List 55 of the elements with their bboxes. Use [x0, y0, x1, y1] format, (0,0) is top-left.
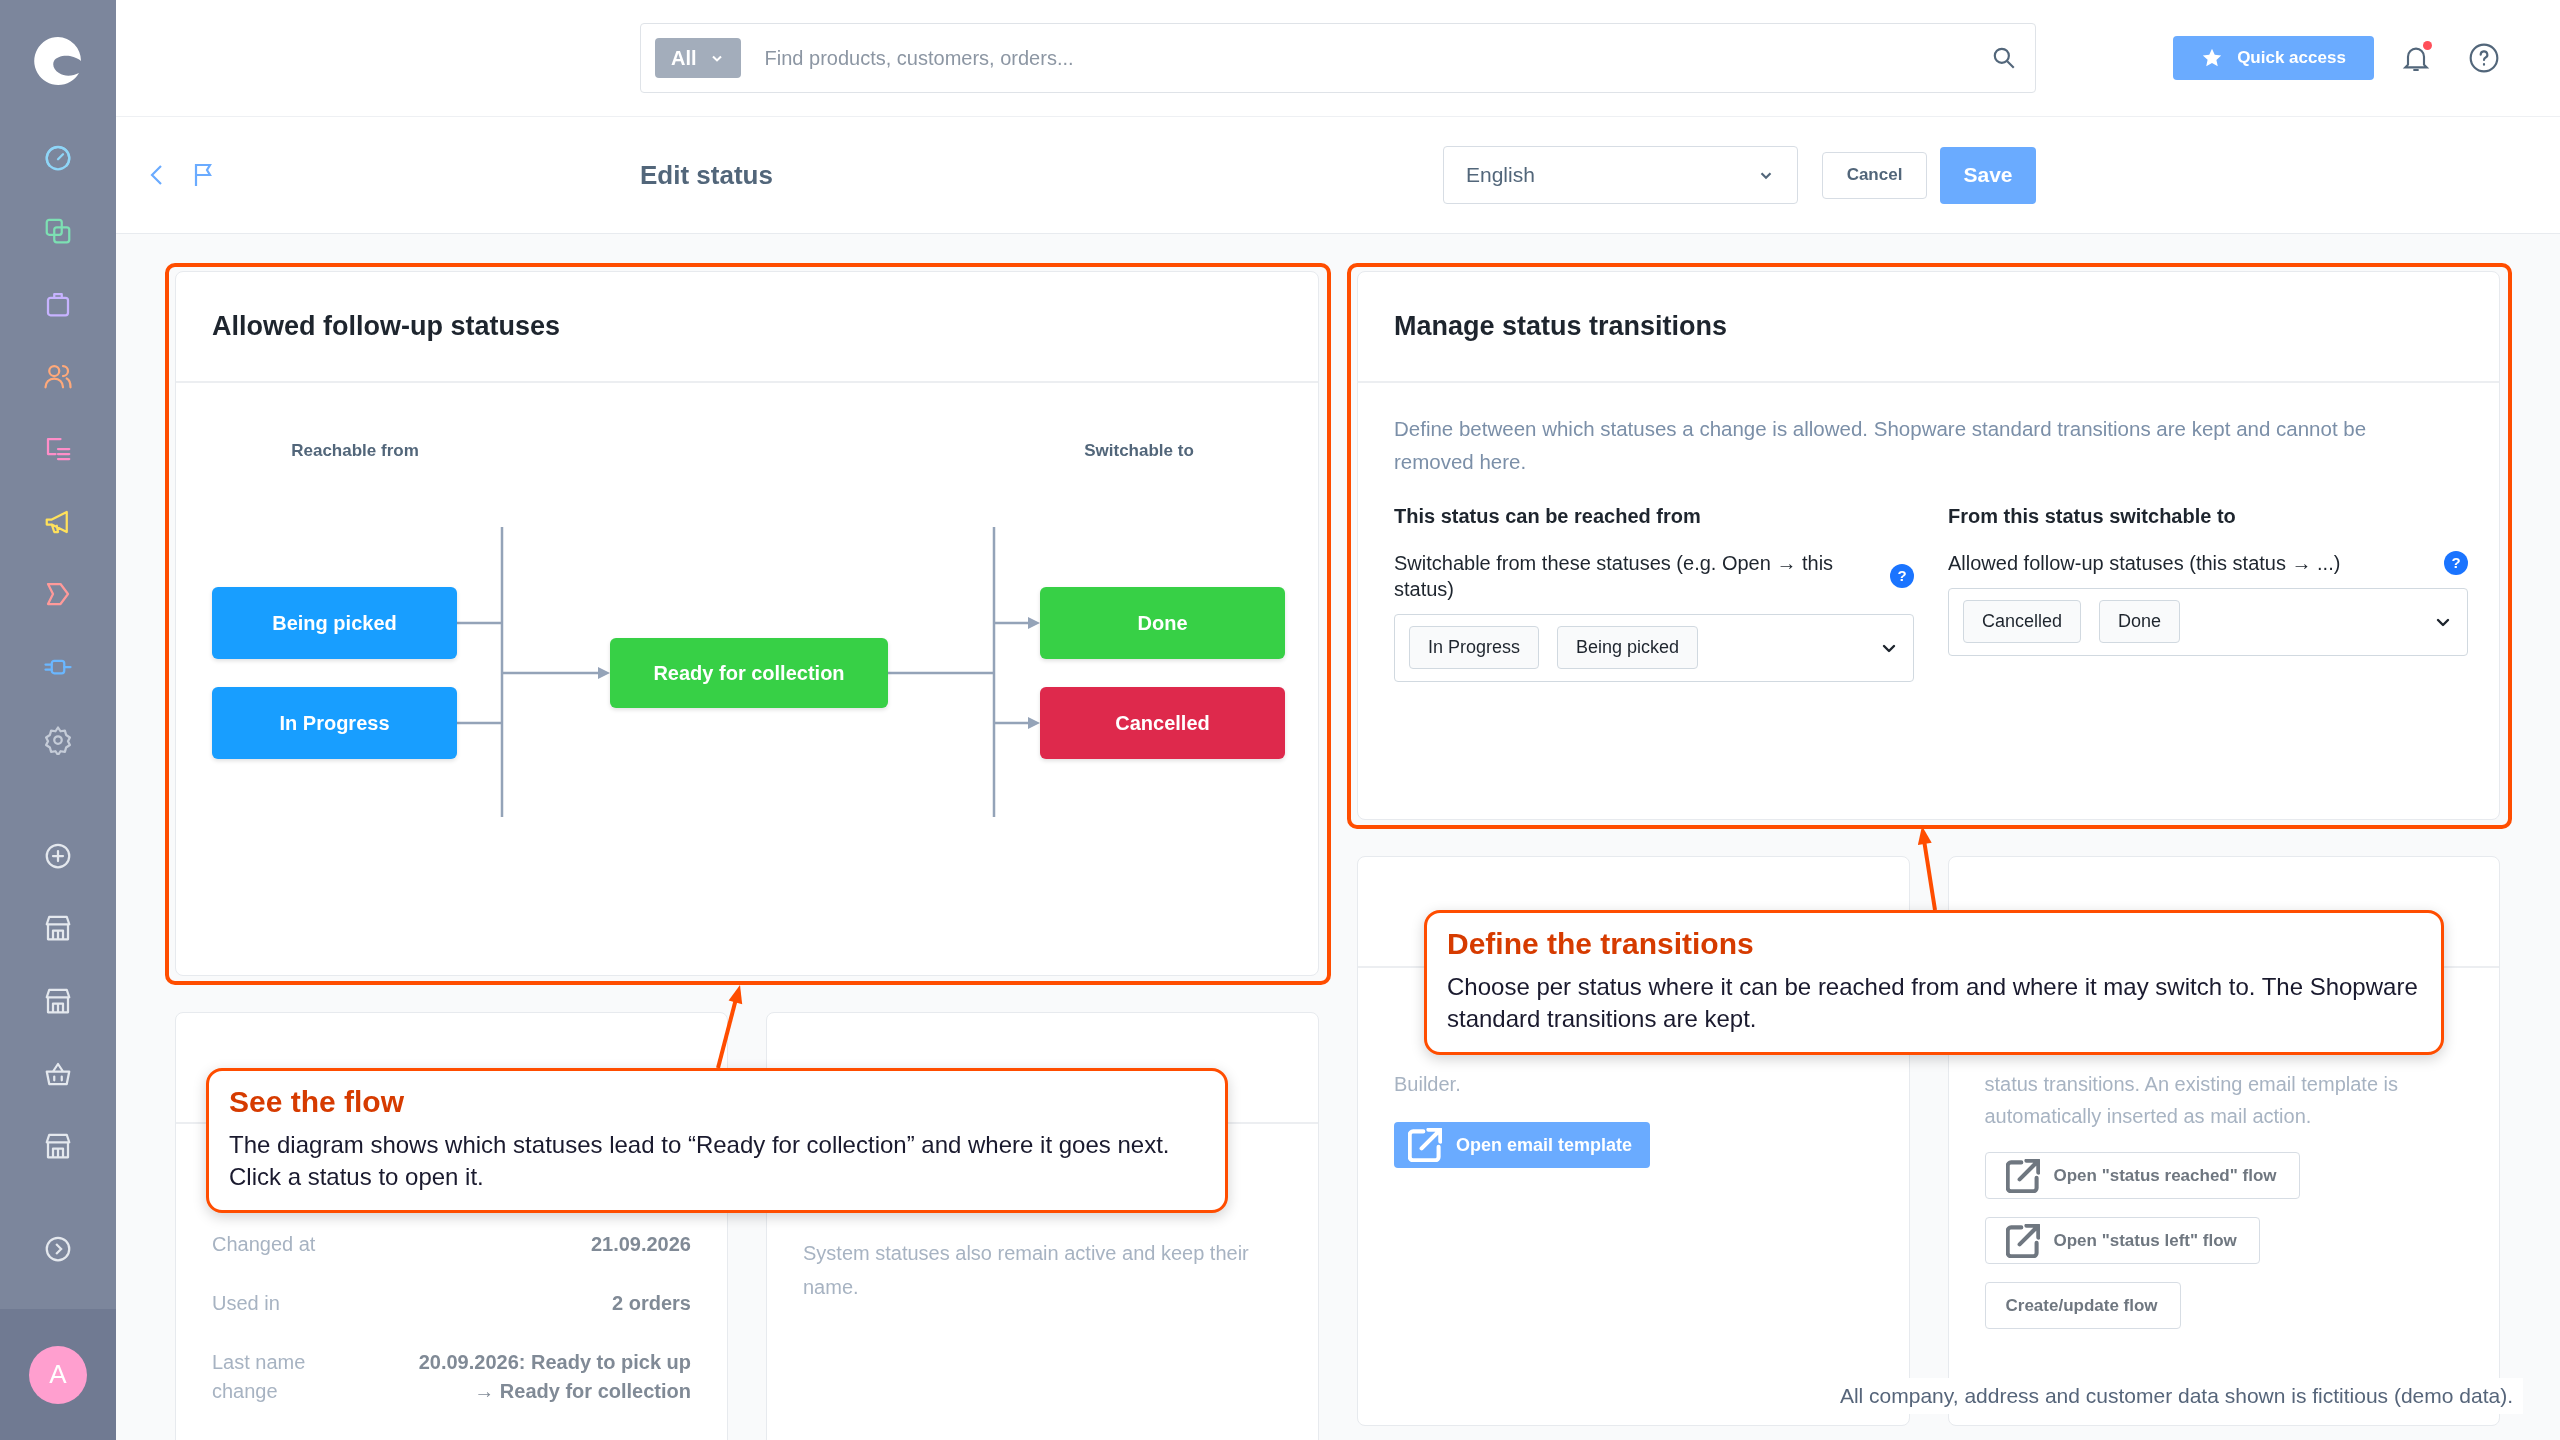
- info-value: 20.09.2026: Ready to pick up → Ready for collection: [418, 1350, 691, 1404]
- status-tag[interactable]: Done: [2099, 600, 2181, 644]
- email-text: Builder.: [1394, 1072, 1462, 1097]
- logo-icon[interactable]: [32, 35, 84, 87]
- field-label: Switchable from these statuses (e.g. Open → this status): [1394, 550, 1835, 602]
- flow-button[interactable]: Open "status left" flow: [1984, 1217, 2260, 1264]
- info-label: Used in: [212, 1291, 280, 1316]
- callout-text: The diagram shows which statuses lead to “Ready for collection” and where it goes next. Click a status to open it.: [229, 1130, 1171, 1193]
- flag-icon[interactable]: [192, 162, 214, 188]
- info-value: 21.09.2026: [590, 1232, 691, 1257]
- section-heading: This status can be reached from: [1394, 504, 1702, 528]
- external-link-icon: [2005, 1223, 2040, 1258]
- field-label: Allowed follow-up statuses (this status → ...): [1948, 550, 2341, 576]
- status-node[interactable]: Cancelled: [1040, 687, 1285, 759]
- language-select[interactable]: English: [1443, 146, 1798, 204]
- section-heading: From this status switchable to: [1948, 504, 2237, 528]
- info-value: 2 orders: [612, 1291, 691, 1316]
- note-text: System statuses also remain active and keep their name.: [803, 1241, 1250, 1300]
- status-tag[interactable]: In Progress: [1409, 626, 1540, 670]
- search-icon[interactable]: [1991, 45, 2017, 71]
- column-label: Switchable to: [1084, 441, 1194, 461]
- star-icon: [2201, 47, 2224, 69]
- flow-button[interactable]: Create/update flow: [1984, 1282, 2181, 1329]
- info-label: Changed at: [212, 1232, 316, 1257]
- callout-title: Define the transitions: [1447, 927, 1755, 961]
- external-link-icon: [1408, 1128, 1442, 1162]
- help-icon[interactable]: ?: [2444, 550, 2468, 575]
- info-label: Last name change: [212, 1350, 307, 1404]
- status-tag[interactable]: Being picked: [1557, 626, 1699, 670]
- column-label: Reachable from: [291, 441, 419, 461]
- callout-title: See the flow: [229, 1085, 406, 1119]
- page-title: Edit status: [640, 159, 774, 191]
- flow-text: status transitions. An existing email template is automatically inserted as mail action.: [1984, 1072, 2400, 1129]
- description-text: Define between which statuses a change is allowed. Shopware standard transitions are kept and cannot be removed here.: [1394, 416, 2368, 475]
- card-title: Allowed follow-up statuses: [212, 311, 561, 342]
- status-tag[interactable]: Cancelled: [1963, 600, 2082, 644]
- multi-select-field[interactable]: In Progress Being picked: [1394, 613, 1914, 682]
- help-icon[interactable]: ?: [1890, 563, 1914, 588]
- connector-line: [457, 721, 502, 725]
- cancel-button[interactable]: Cancel: [1822, 151, 1927, 199]
- connector-line: [457, 621, 502, 625]
- save-button[interactable]: Save: [1940, 146, 2036, 204]
- status-node[interactable]: In Progress: [212, 687, 457, 759]
- connector-arrow: [994, 617, 1040, 629]
- quick-access-button[interactable]: Quick access: [2173, 36, 2374, 80]
- help-icon[interactable]: [2468, 42, 2500, 74]
- external-link-icon: [2005, 1158, 2040, 1193]
- flow-button[interactable]: Open "status reached" flow: [1984, 1152, 2300, 1199]
- card-title: Manage status transitions: [1394, 311, 1728, 342]
- open-email-template-button[interactable]: Open email template: [1394, 1122, 1651, 1168]
- status-node[interactable]: Being picked: [212, 587, 457, 659]
- callout-text: Choose per status where it can be reached from and where it may switch to. The Shopware standard transitions are kept.: [1447, 972, 2419, 1035]
- settings-icon[interactable]: [43, 724, 73, 755]
- multi-select-field[interactable]: Cancelled Done: [1948, 587, 2468, 656]
- connector-arrow: [994, 717, 1040, 729]
